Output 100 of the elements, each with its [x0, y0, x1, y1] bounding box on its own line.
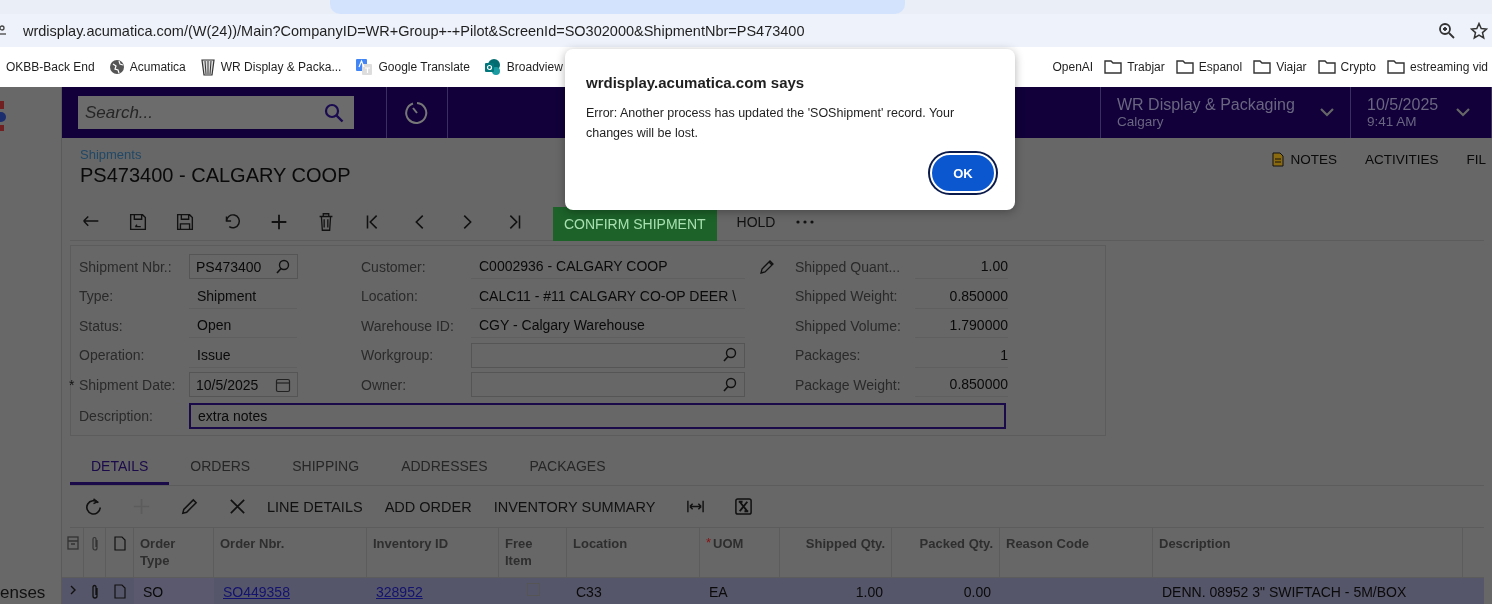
bookmark-link[interactable]: estreaming vid: [1409, 60, 1488, 74]
column-header[interactable]: Description: [1159, 535, 1231, 552]
breadcrumb-link[interactable]: Shipments: [80, 147, 351, 162]
field-value: CALC11 - #11 CALGARY CO-OP DEER \: [471, 283, 745, 309]
excel-export-icon[interactable]: [734, 497, 754, 516]
folder-icon: [1317, 60, 1336, 74]
grid-toolbar-button[interactable]: ADD ORDER: [384, 498, 472, 515]
attachment-icon: [89, 536, 100, 552]
bookmark-link[interactable]: WR Display & Packa...: [220, 60, 342, 74]
company-name: WR Display & Packaging: [1117, 96, 1295, 114]
note-icon[interactable]: [114, 584, 126, 599]
column-header[interactable]: Packed Qty.: [919, 535, 993, 552]
bookmark-link[interactable]: Acumatica: [129, 60, 186, 74]
page-title: PS473400 - CALGARY COOP: [80, 164, 351, 187]
date-selector[interactable]: 10/5/2025 9:41 AM: [1350, 87, 1492, 138]
folder-icon: [1253, 60, 1272, 74]
lookup-field[interactable]: [471, 342, 745, 368]
field-label: Owner:: [361, 376, 408, 393]
bookmark-link[interactable]: OKBB-Back End: [6, 60, 95, 74]
search-icon[interactable]: [722, 347, 738, 364]
translate-icon: [355, 58, 374, 76]
lookup-field[interactable]: [471, 372, 745, 398]
lookup-field[interactable]: PS473400: [189, 254, 298, 280]
column-header[interactable]: Free Item: [505, 535, 560, 569]
column-header[interactable]: UOM: [713, 535, 744, 552]
tab[interactable]: DETAILS: [70, 449, 170, 485]
bookmark-link[interactable]: Viajar: [1276, 60, 1307, 74]
ok-button[interactable]: OK: [930, 153, 996, 193]
pencil-icon[interactable]: [180, 497, 199, 516]
table-row[interactable]: SO SO449358 328952 C33 EA 1.00 0.00 DENN. 08952 3" SWIFTACH - 5M/BOX: [62, 578, 1484, 604]
column-header[interactable]: Reason Code: [1006, 535, 1090, 552]
globe-icon: [108, 59, 125, 75]
column-header[interactable]: Location: [573, 535, 628, 552]
required-mark: *: [706, 535, 712, 550]
field-label: Package Weight:: [795, 376, 902, 393]
tab[interactable]: ORDERS: [169, 449, 272, 485]
date-field[interactable]: 10/5/2025: [189, 372, 298, 398]
field-label: Location:: [361, 288, 419, 305]
table-link[interactable]: SO449358: [223, 584, 290, 600]
grid-toolbar-button[interactable]: LINE DETAILS: [267, 498, 363, 515]
sidebar-item[interactable]: enses: [0, 583, 46, 603]
column-header[interactable]: Order Nbr.: [220, 535, 285, 552]
search-field[interactable]: Search...: [78, 96, 354, 129]
bookmark-link[interactable]: OpenAI: [1052, 60, 1094, 74]
pencil-icon[interactable]: [759, 258, 775, 275]
folder-icon: [1386, 60, 1405, 74]
field-label: Shipment Date:: [79, 376, 177, 393]
table-cell: EA: [709, 584, 728, 600]
tab[interactable]: SHIPPING: [271, 449, 381, 485]
field-label: Shipped Quant...: [795, 258, 902, 275]
table-cell: 0.00: [963, 584, 991, 600]
table-cell: SO: [143, 584, 164, 600]
table-link[interactable]: 328952: [376, 584, 423, 600]
header-link[interactable]: ACTIVITIES: [1364, 151, 1439, 167]
header-link[interactable]: NOTES: [1290, 151, 1337, 167]
grid-toolbar-button[interactable]: INVENTORY SUMMARY: [493, 498, 656, 515]
more-icon[interactable]: [795, 219, 816, 225]
field-label: Operation:: [79, 347, 146, 364]
field-label: Warehouse ID:: [361, 317, 455, 334]
header-link[interactable]: FIL: [1466, 151, 1486, 167]
company-selector[interactable]: WR Display & Packaging Calgary: [1100, 87, 1350, 138]
attachment-icon[interactable]: [90, 584, 100, 600]
column-header[interactable]: Inventory ID: [373, 535, 449, 552]
field-label: Customer:: [361, 258, 427, 275]
business-time: 9:41 AM: [1367, 114, 1418, 129]
hold-button[interactable]: HOLD: [716, 214, 796, 230]
refresh-icon[interactable]: [84, 497, 103, 516]
star-icon[interactable]: [1470, 21, 1488, 40]
dialog-title: wrdisplay.acumatica.com says: [586, 74, 806, 91]
description-field[interactable]: extra notes: [189, 403, 1006, 430]
bookmark-link[interactable]: Broadview: [506, 60, 563, 74]
calendar-icon[interactable]: [275, 376, 291, 393]
bookmark-link[interactable]: Espanol: [1198, 60, 1243, 74]
history-icon[interactable]: [404, 99, 430, 126]
column-header[interactable]: Shipped Qty.: [805, 535, 885, 552]
save-icon[interactable]: [174, 211, 196, 233]
bookmark-link[interactable]: Crypto: [1340, 60, 1376, 74]
column-header[interactable]: Order Type: [140, 535, 207, 569]
field-value: Issue: [189, 342, 297, 368]
tab[interactable]: PACKAGES: [508, 449, 627, 485]
field-label: Description:: [79, 408, 154, 425]
field-label: Shipped Weight:: [795, 288, 899, 305]
zoom-icon[interactable]: [1438, 21, 1456, 40]
field-value: Open: [189, 313, 297, 339]
table-cell: 1.00: [855, 584, 883, 600]
search-icon[interactable]: [722, 376, 738, 393]
field-value: 1.00: [915, 254, 1008, 280]
expand-icon[interactable]: [69, 584, 77, 596]
bookmark-link[interactable]: Trabjar: [1127, 60, 1165, 74]
search-icon[interactable]: [275, 258, 291, 275]
field-label: Type:: [79, 288, 115, 305]
business-date: 10/5/2025: [1367, 96, 1439, 114]
tab[interactable]: ADDRESSES: [380, 449, 509, 485]
field-value[interactable]: C0002936 - CALGARY COOP: [471, 254, 745, 280]
field-label: Shipment Nbr.:: [79, 258, 173, 275]
close-icon[interactable]: [228, 497, 247, 516]
field-label: Packages:: [795, 347, 862, 364]
save-close-icon[interactable]: [127, 211, 149, 233]
logo-icon: [0, 101, 6, 131]
bookmark-link[interactable]: Google Translate: [378, 60, 470, 74]
